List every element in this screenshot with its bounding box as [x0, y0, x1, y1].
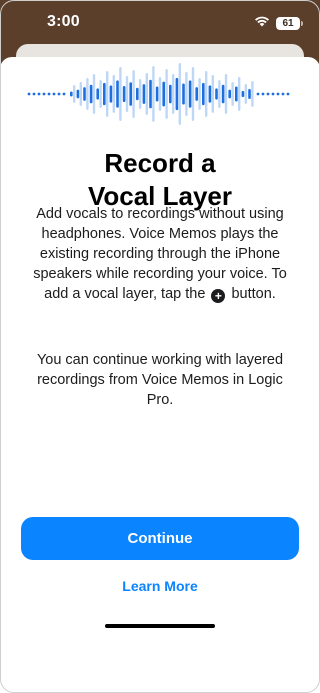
waveform-bar — [129, 82, 132, 106]
waveform-bar-background — [106, 71, 109, 117]
waveform-bar — [70, 91, 73, 97]
waveform-bar — [116, 80, 119, 108]
waveform-bar — [241, 90, 245, 98]
waveform-dot — [261, 92, 265, 96]
waveform-bar-background — [158, 77, 162, 111]
waveform-bar — [76, 89, 80, 99]
title-line-1: Record a — [104, 148, 216, 178]
waveform-bar-background — [132, 70, 135, 118]
waveform-bar-background — [205, 71, 208, 117]
waveform-dot — [47, 92, 51, 96]
waveform-bar — [89, 84, 93, 104]
waveform-bar-background — [145, 73, 148, 115]
waveform-bar-background — [119, 67, 122, 121]
home-indicator — [105, 624, 215, 628]
status-icons: 61 — [254, 14, 303, 32]
waveform-bar-background — [112, 75, 115, 113]
waveform-bar-background — [231, 82, 234, 106]
waveform-bar-background — [218, 80, 221, 108]
waveform-bar — [188, 80, 192, 108]
learn-more-link[interactable]: Learn More — [0, 576, 320, 596]
waveform-bar-background — [172, 74, 175, 114]
waveform-bar — [248, 89, 251, 99]
waveform-bar-background — [99, 80, 102, 108]
waveform-bar-background — [86, 78, 89, 110]
waveform-bar — [142, 84, 146, 104]
waveform-bar-background — [73, 85, 76, 103]
description-text: Add vocals to recordings without using h… — [26, 204, 294, 304]
waveform-bar-background — [238, 77, 241, 111]
waveform-bar — [175, 77, 179, 111]
waveform-bar — [182, 83, 185, 105]
waveform-bar-background — [224, 74, 228, 114]
waveform-bar — [202, 82, 205, 106]
waveform-bar-background — [198, 78, 201, 110]
waveform-bar — [149, 79, 152, 109]
waveform-bar — [195, 87, 198, 101]
waveform-dot — [32, 92, 36, 96]
waveform-bar — [235, 86, 238, 102]
waveform-bar — [155, 86, 159, 102]
wifi-icon — [254, 14, 270, 32]
waveform-bar — [162, 81, 165, 107]
waveform-bar-background — [165, 69, 168, 119]
waveform-dot — [57, 92, 61, 96]
waveform-bar — [136, 87, 139, 101]
waveform-dot — [37, 92, 41, 96]
waveform-dot — [27, 92, 31, 96]
waveform-illustration — [27, 63, 290, 125]
waveform-bar-background — [251, 81, 254, 107]
waveform-bar-background — [185, 72, 188, 116]
waveform-dot — [271, 92, 275, 96]
phone-screen: 3:00 61 Record a Vocal Layer Add vocals … — [0, 0, 320, 693]
waveform-bar-background — [178, 63, 181, 125]
waveform-dot — [276, 92, 280, 96]
waveform-dot — [266, 92, 270, 96]
waveform-bar — [109, 85, 113, 103]
waveform-bar-background — [79, 82, 82, 106]
waveform-bar-background — [191, 67, 195, 121]
waveform-bar — [96, 88, 99, 100]
waveform-dot — [42, 92, 46, 96]
waveform-bar — [208, 85, 212, 103]
waveform-bar-background — [125, 76, 129, 112]
plus-circle-icon: + — [211, 289, 226, 303]
waveform-bar-background — [211, 75, 214, 113]
waveform-dot — [52, 92, 56, 96]
waveform-bar — [215, 88, 218, 100]
logic-pro-note: You can continue working with layered re… — [36, 352, 284, 408]
waveform-bar-background — [152, 66, 155, 122]
waveform-dot — [256, 92, 260, 96]
status-bar: 3:00 61 — [0, 0, 320, 44]
waveform-bar — [221, 84, 225, 104]
waveform-dot — [62, 92, 66, 96]
description-part-2: button. — [231, 286, 276, 302]
battery-level: 61 — [282, 17, 294, 29]
waveform-bar — [83, 87, 86, 101]
waveform-bar — [228, 89, 231, 99]
waveform-bar — [169, 84, 172, 104]
waveform-bar — [122, 85, 126, 103]
continue-button[interactable]: Continue — [21, 517, 299, 560]
status-time: 3:00 — [47, 13, 80, 30]
waveform-dot — [281, 92, 285, 96]
battery-icon: 61 — [276, 16, 303, 30]
waveform-bar-background — [244, 84, 247, 104]
waveform-dot — [286, 92, 290, 96]
waveform-bar-background — [139, 79, 142, 109]
waveform-bar-background — [92, 74, 96, 114]
waveform-bar — [103, 82, 106, 106]
